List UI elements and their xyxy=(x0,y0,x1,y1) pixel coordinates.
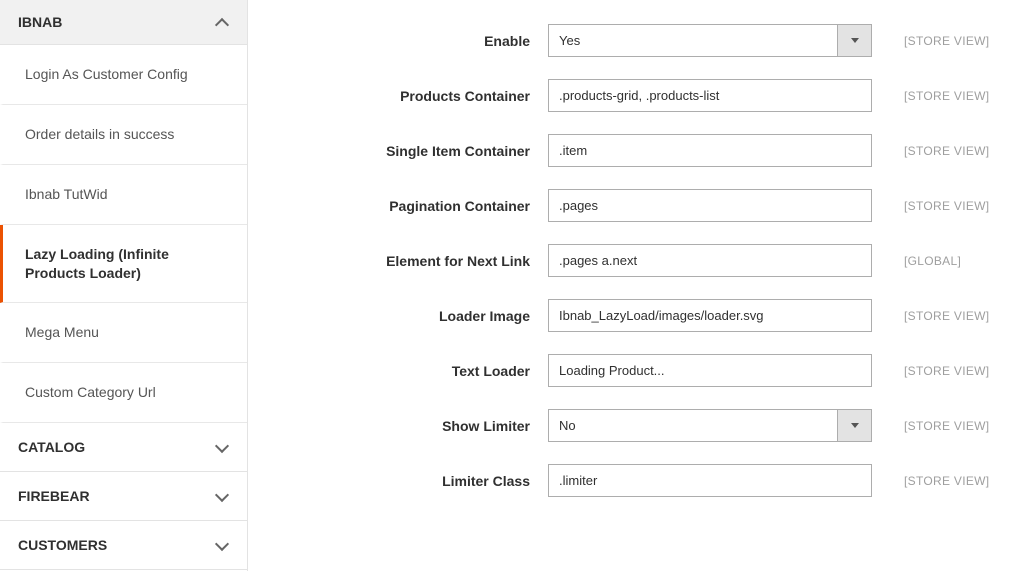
field-control xyxy=(548,134,872,167)
select-value: No xyxy=(549,410,837,441)
field-scope: [GLOBAL] xyxy=(904,254,1014,268)
field-label: Enable xyxy=(278,33,548,49)
field-scope: [STORE VIEW] xyxy=(904,474,1014,488)
field-scope: [STORE VIEW] xyxy=(904,144,1014,158)
field-label: Single Item Container xyxy=(278,143,548,159)
field-control xyxy=(548,299,872,332)
field-row-loader-image: Loader Image [STORE VIEW] xyxy=(278,299,1014,332)
field-row-next-link: Element for Next Link [GLOBAL] xyxy=(278,244,1014,277)
chevron-down-icon xyxy=(215,440,229,454)
pagination-input[interactable] xyxy=(548,189,872,222)
field-control xyxy=(548,354,872,387)
chevron-down-icon xyxy=(215,538,229,552)
loader-image-input[interactable] xyxy=(548,299,872,332)
field-label: Text Loader xyxy=(278,363,548,379)
text-loader-input[interactable] xyxy=(548,354,872,387)
sidebar-section-label: CUSTOMERS xyxy=(18,537,107,553)
sidebar-section-customers[interactable]: CUSTOMERS xyxy=(0,521,247,570)
field-control xyxy=(548,244,872,277)
next-link-input[interactable] xyxy=(548,244,872,277)
field-label: Loader Image xyxy=(278,308,548,324)
sidebar-item-mega-menu[interactable]: Mega Menu xyxy=(0,303,247,363)
field-control xyxy=(548,189,872,222)
field-scope: [STORE VIEW] xyxy=(904,89,1014,103)
sidebar-item-login-as-customer[interactable]: Login As Customer Config xyxy=(0,45,247,105)
sidebar-section-label: FIREBEAR xyxy=(18,488,90,504)
field-row-single-item: Single Item Container [STORE VIEW] xyxy=(278,134,1014,167)
single-item-input[interactable] xyxy=(548,134,872,167)
field-row-text-loader: Text Loader [STORE VIEW] xyxy=(278,354,1014,387)
field-row-pagination: Pagination Container [STORE VIEW] xyxy=(278,189,1014,222)
field-row-enable: Enable Yes [STORE VIEW] xyxy=(278,24,1014,57)
limiter-class-input[interactable] xyxy=(548,464,872,497)
sidebar-header-title: IBNAB xyxy=(18,14,62,30)
chevron-up-icon xyxy=(215,15,229,29)
sidebar-items: Login As Customer Config Order details i… xyxy=(0,45,247,423)
caret-down-icon xyxy=(851,423,859,428)
field-row-products-container: Products Container [STORE VIEW] xyxy=(278,79,1014,112)
field-label: Show Limiter xyxy=(278,418,548,434)
field-scope: [STORE VIEW] xyxy=(904,419,1014,433)
field-scope: [STORE VIEW] xyxy=(904,199,1014,213)
config-form: Enable Yes [STORE VIEW] Products Contain… xyxy=(248,0,1024,571)
field-scope: [STORE VIEW] xyxy=(904,34,1014,48)
sidebar-item-lazy-loading[interactable]: Lazy Loading (Infinite Products Loader) xyxy=(0,225,247,304)
field-row-limiter-class: Limiter Class [STORE VIEW] xyxy=(278,464,1014,497)
sidebar-item-custom-category-url[interactable]: Custom Category Url xyxy=(0,363,247,423)
field-scope: [STORE VIEW] xyxy=(904,364,1014,378)
sidebar-item-ibnab-tutwid[interactable]: Ibnab TutWid xyxy=(0,165,247,225)
products-container-input[interactable] xyxy=(548,79,872,112)
field-control: No xyxy=(548,409,872,442)
sidebar-section-label: CATALOG xyxy=(18,439,85,455)
field-row-show-limiter: Show Limiter No [STORE VIEW] xyxy=(278,409,1014,442)
config-sidebar: IBNAB Login As Customer Config Order det… xyxy=(0,0,248,571)
sidebar-item-order-details[interactable]: Order details in success xyxy=(0,105,247,165)
field-control: Yes xyxy=(548,24,872,57)
field-label: Limiter Class xyxy=(278,473,548,489)
sidebar-section-firebear[interactable]: FIREBEAR xyxy=(0,472,247,521)
field-scope: [STORE VIEW] xyxy=(904,309,1014,323)
field-label: Pagination Container xyxy=(278,198,548,214)
enable-select[interactable]: Yes xyxy=(548,24,872,57)
caret-down-icon xyxy=(851,38,859,43)
field-label: Element for Next Link xyxy=(278,253,548,269)
field-control xyxy=(548,79,872,112)
sidebar-section-ibnab[interactable]: IBNAB xyxy=(0,0,247,45)
field-label: Products Container xyxy=(278,88,548,104)
chevron-down-icon xyxy=(215,489,229,503)
sidebar-section-catalog[interactable]: CATALOG xyxy=(0,423,247,472)
field-control xyxy=(548,464,872,497)
dropdown-button[interactable] xyxy=(837,410,871,441)
dropdown-button[interactable] xyxy=(837,25,871,56)
show-limiter-select[interactable]: No xyxy=(548,409,872,442)
select-value: Yes xyxy=(549,25,837,56)
